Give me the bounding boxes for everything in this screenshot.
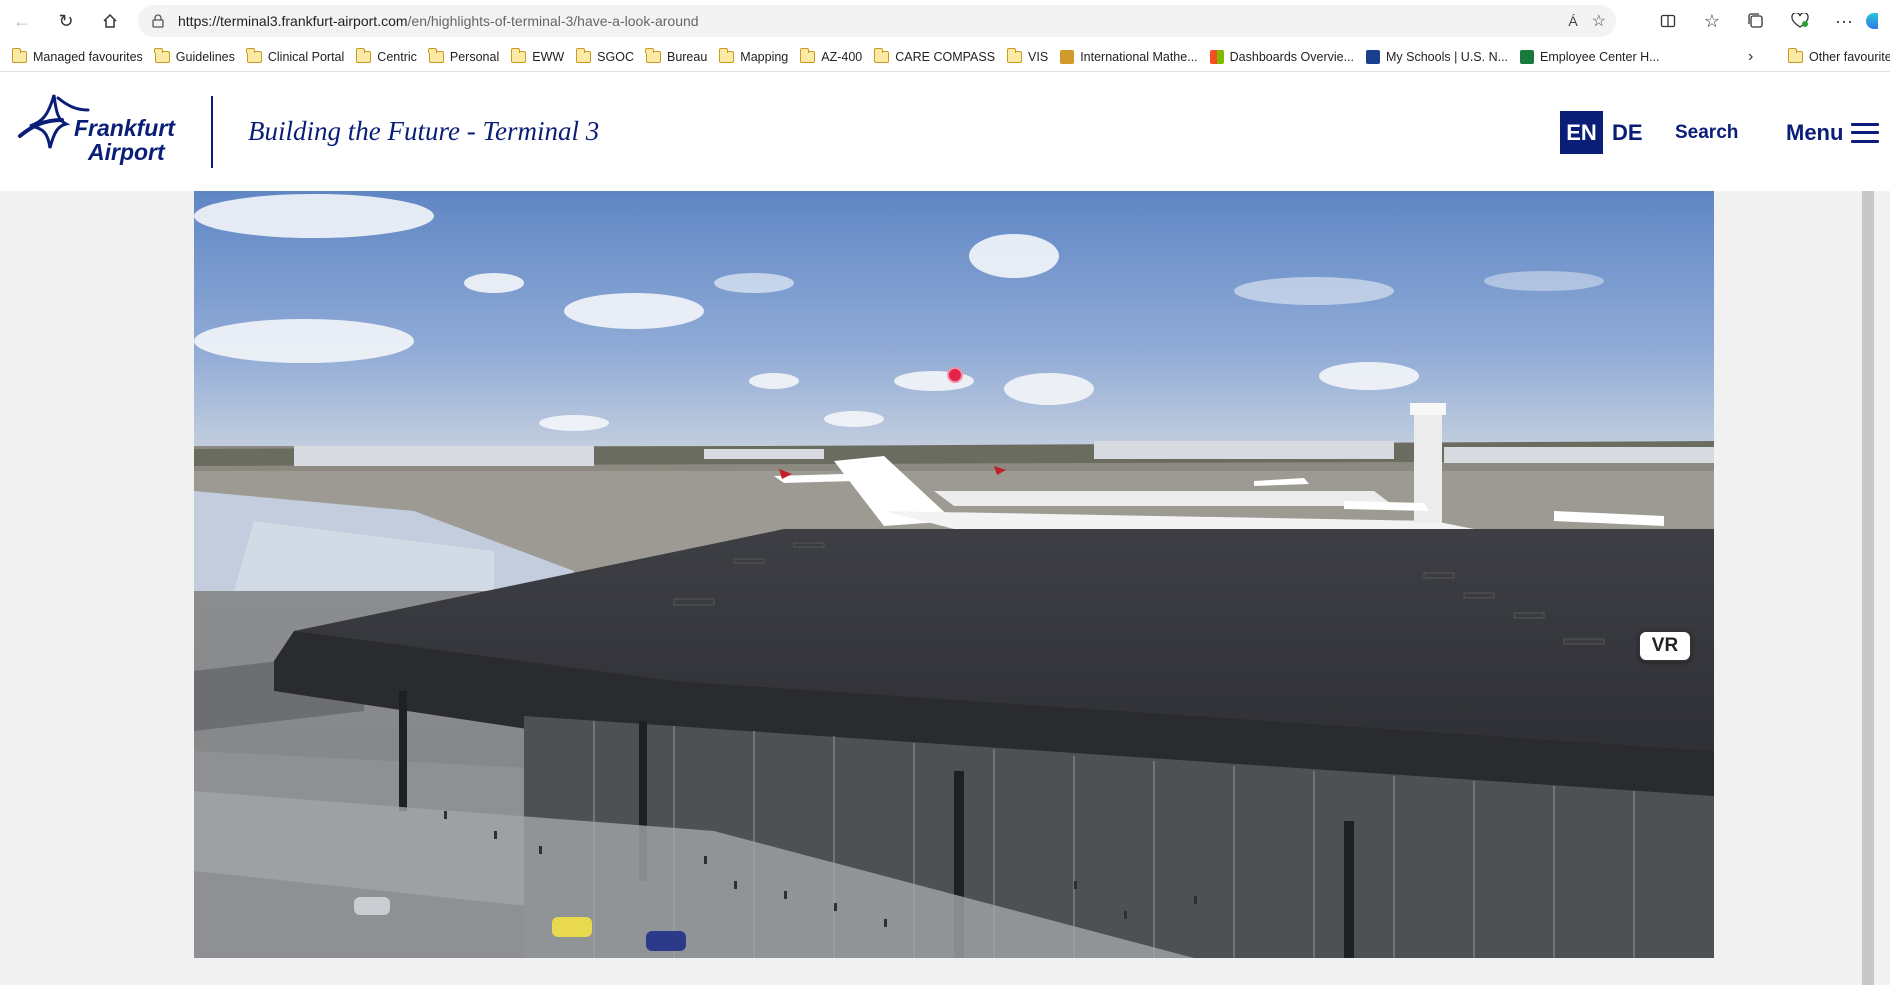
page-title: Building the Future - Terminal 3 bbox=[248, 116, 600, 146]
main-content: VR bbox=[0, 191, 1890, 985]
servicenow-favicon-icon bbox=[1520, 49, 1535, 64]
bookmark-item[interactable]: Mapping bbox=[713, 44, 794, 70]
more-options-icon[interactable]: ··· bbox=[1822, 3, 1866, 39]
vr-button[interactable]: VR bbox=[1638, 630, 1692, 662]
bookmark-item[interactable]: EWW bbox=[505, 44, 570, 70]
bookmark-label: Clinical Portal bbox=[267, 49, 345, 64]
microsoft-favicon-icon bbox=[1209, 49, 1224, 64]
favorite-star-icon[interactable]: ☆ bbox=[1592, 11, 1606, 31]
folder-icon bbox=[355, 47, 372, 63]
bookmark-label: AZ-400 bbox=[821, 49, 863, 64]
address-bar[interactable]: https://terminal3.frankfurt-airport.com/… bbox=[138, 5, 1616, 37]
bookmark-label: EWW bbox=[532, 49, 565, 64]
bookmark-label: Mapping bbox=[740, 49, 789, 64]
lock-icon[interactable] bbox=[138, 14, 178, 28]
folder-icon bbox=[575, 47, 592, 63]
bookmark-item[interactable]: CARE COMPASS bbox=[868, 44, 1001, 70]
site-favicon-icon bbox=[1060, 49, 1075, 64]
browser-toolbar: ← ↻ https://terminal3.frankfurt-airport.… bbox=[0, 0, 1890, 42]
folder-icon bbox=[799, 47, 816, 63]
bookmark-label: Guidelines bbox=[175, 49, 235, 64]
bookmark-label: Personal bbox=[449, 49, 500, 64]
bookmark-item[interactable]: Dashboards Overvie... bbox=[1204, 44, 1360, 70]
bookmark-item[interactable]: Employee Center H... bbox=[1514, 44, 1666, 70]
hotspot-marker[interactable] bbox=[947, 367, 963, 383]
favorites-icon[interactable]: ☆ bbox=[1690, 3, 1734, 39]
folder-icon bbox=[246, 47, 262, 63]
usnews-favicon-icon bbox=[1366, 49, 1380, 64]
bookmark-item[interactable]: Bureau bbox=[640, 44, 713, 70]
folder-icon bbox=[11, 47, 27, 63]
panorama-viewer[interactable]: VR bbox=[194, 191, 1714, 958]
url-text[interactable]: https://terminal3.frankfurt-airport.com/… bbox=[178, 13, 699, 29]
terminal-3-panorama-image bbox=[194, 191, 1714, 958]
page-scrollbar[interactable] bbox=[1862, 191, 1874, 985]
copilot-icon[interactable] bbox=[1866, 3, 1890, 39]
bookmark-item[interactable]: SGOC bbox=[570, 44, 640, 70]
bookmark-label: Bureau bbox=[666, 49, 708, 64]
bookmark-label: VIS bbox=[1028, 49, 1049, 64]
scrollbar-thumb[interactable] bbox=[1862, 191, 1874, 985]
bookmark-label: CARE COMPASS bbox=[895, 49, 996, 64]
folder-icon bbox=[428, 47, 444, 63]
collections-icon[interactable] bbox=[1734, 3, 1778, 39]
bookmark-item[interactable]: International Mathe... bbox=[1054, 44, 1203, 70]
folder-icon bbox=[873, 47, 890, 63]
bookmark-item[interactable]: VIS bbox=[1001, 44, 1054, 70]
language-en-button[interactable]: EN bbox=[1560, 111, 1603, 154]
bookmark-item[interactable]: Clinical Portal bbox=[241, 44, 350, 70]
bookmark-item[interactable]: Personal bbox=[423, 44, 505, 70]
bookmark-label: SGOC bbox=[597, 49, 634, 64]
site-header: Frankfurt Airport Building the Future - … bbox=[0, 72, 1890, 191]
folder-icon bbox=[1006, 47, 1023, 63]
bookmarks-bar: Managed favourites Guidelines Clinical Por… bbox=[0, 42, 1890, 72]
split-screen-icon[interactable] bbox=[1646, 3, 1690, 39]
bookmarks-overflow-chevron-icon[interactable]: › bbox=[1748, 42, 1753, 71]
search-button[interactable]: Search bbox=[1675, 111, 1738, 154]
home-icon[interactable] bbox=[90, 3, 130, 39]
read-aloud-icon[interactable]: Á bbox=[1568, 13, 1577, 29]
folder-icon bbox=[154, 47, 170, 63]
folder-icon bbox=[1787, 48, 1803, 63]
bookmark-label: Managed favourites bbox=[33, 49, 143, 64]
bookmark-label: My Schools | U.S. N... bbox=[1386, 49, 1509, 64]
folder-icon bbox=[718, 47, 735, 63]
bookmark-label: International Mathe... bbox=[1080, 49, 1198, 64]
bookmark-label: Other favourites bbox=[1809, 50, 1890, 64]
bookmark-item[interactable]: Managed favourites bbox=[6, 44, 149, 70]
folder-icon bbox=[645, 47, 661, 63]
bookmark-item[interactable]: Centric bbox=[350, 44, 423, 70]
folder-icon bbox=[510, 47, 527, 63]
bookmark-item[interactable]: AZ-400 bbox=[794, 44, 868, 70]
bookmark-label: Centric bbox=[377, 49, 417, 64]
header-divider bbox=[211, 96, 213, 168]
logo-text: Frankfurt Airport bbox=[74, 115, 175, 165]
menu-button[interactable]: Menu bbox=[1786, 111, 1880, 154]
bookmark-item[interactable]: My Schools | U.S. N... bbox=[1360, 44, 1514, 70]
menu-label: Menu bbox=[1786, 119, 1844, 145]
frankfurt-airport-logo[interactable]: Frankfurt Airport bbox=[14, 90, 184, 170]
bookmark-item[interactable]: Guidelines bbox=[149, 44, 241, 70]
bookmark-other-favourites[interactable]: Other favourites bbox=[1787, 42, 1890, 71]
bookmark-label: Employee Center H... bbox=[1540, 49, 1660, 64]
browser-essentials-icon[interactable] bbox=[1778, 3, 1822, 39]
bookmark-label: Dashboards Overvie... bbox=[1229, 49, 1354, 64]
refresh-icon[interactable]: ↻ bbox=[46, 3, 86, 39]
language-de-button[interactable]: DE bbox=[1612, 111, 1643, 154]
back-arrow-icon[interactable]: ← bbox=[2, 3, 42, 39]
hamburger-icon bbox=[1851, 122, 1880, 143]
